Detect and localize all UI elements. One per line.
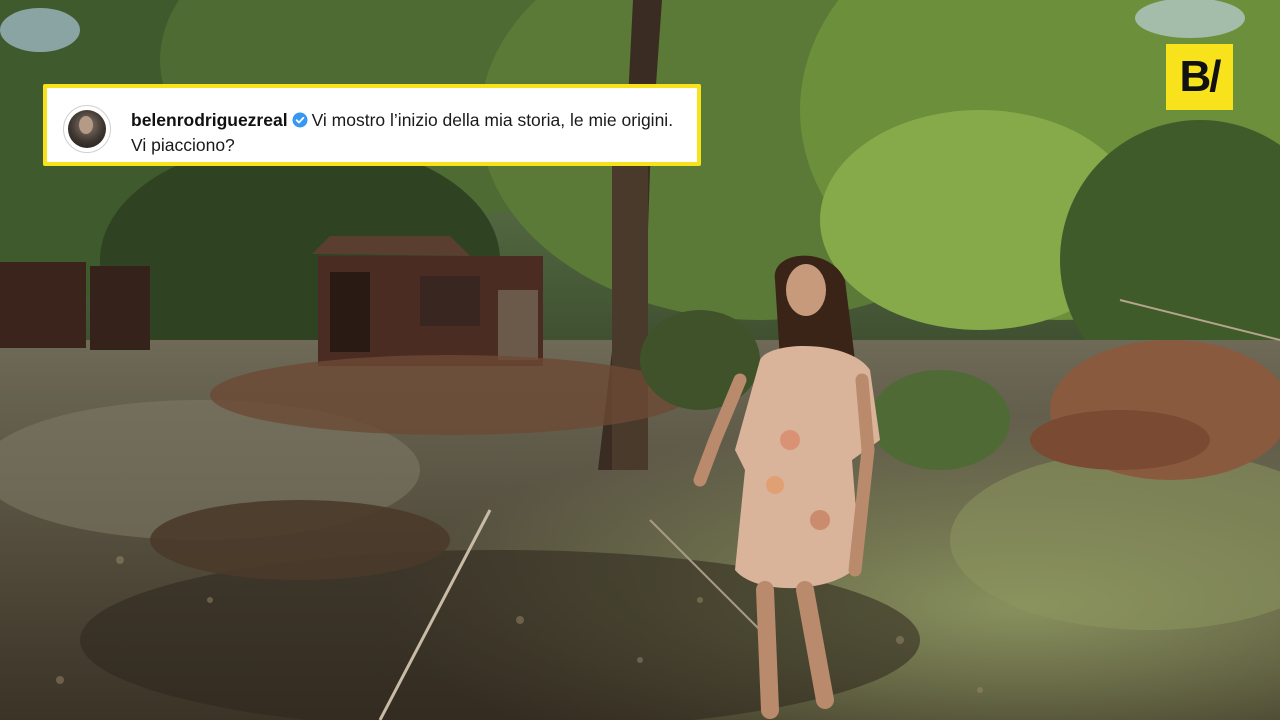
verified-badge-icon <box>292 112 308 128</box>
username: belenrodriguezreal <box>131 110 288 130</box>
brand-logo-text: B/ <box>1179 52 1222 101</box>
instagram-caption-card: belenrodriguezreal Vi mostro l’inizio de… <box>43 84 701 166</box>
avatar <box>63 105 111 153</box>
brand-logo: B/ <box>1166 44 1233 110</box>
caption-text: belenrodriguezreal Vi mostro l’inizio de… <box>131 108 691 158</box>
